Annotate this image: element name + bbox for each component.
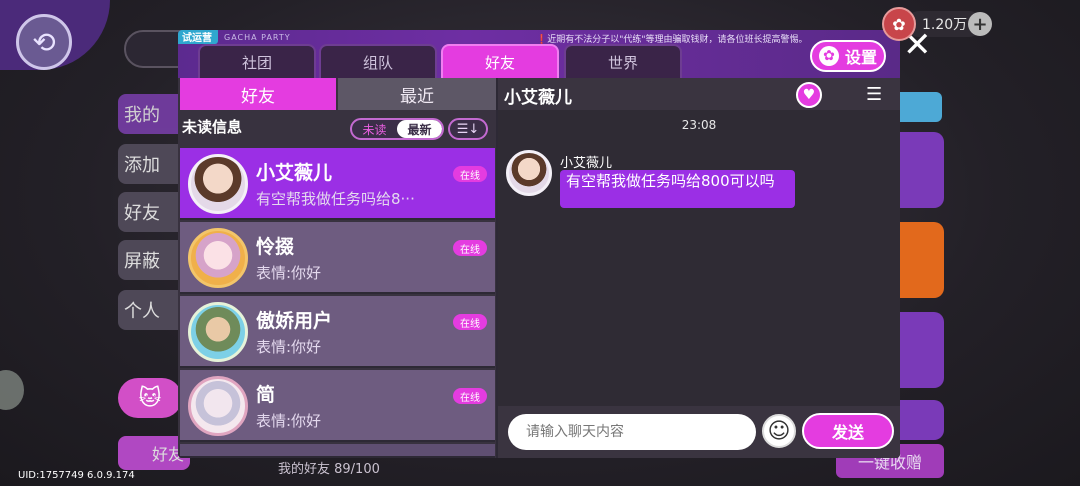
friend-name: 傲娇用户: [256, 310, 333, 332]
chat-header: 小艾薇儿 ♥ ☰: [498, 78, 900, 110]
avatar: [188, 228, 248, 288]
sort-list-icon[interactable]: ☰↓: [448, 118, 488, 140]
tab-world[interactable]: 世界: [564, 44, 682, 78]
settings-label: 设置: [844, 48, 877, 67]
chat-column: 小艾薇儿 ♥ ☰ 23:08 小艾薇儿 有空帮我做任务吗给800可以吗 ☺ 发送: [498, 78, 900, 458]
chat-timestamp: 23:08: [681, 118, 717, 132]
friend-item[interactable]: [180, 444, 495, 458]
message-sender: 小艾薇儿: [560, 156, 613, 171]
toggle-unread[interactable]: 未读: [352, 121, 397, 138]
tab-team[interactable]: 组队: [319, 44, 437, 78]
chat-partner-name: 小艾薇儿: [504, 88, 572, 108]
subtab-friends[interactable]: 好友: [180, 78, 336, 110]
heart-icon[interactable]: ♥: [796, 82, 822, 108]
subtab-recent[interactable]: 最近: [338, 78, 496, 110]
brand-text: GACHA PARTY: [224, 33, 291, 42]
online-badge: 在线: [453, 240, 487, 256]
friend-name: 简: [256, 384, 276, 406]
toggle-newest[interactable]: 最新: [397, 120, 442, 138]
add-currency-button[interactable]: +: [968, 12, 992, 36]
avatar: [188, 376, 248, 436]
friend-item[interactable]: 傲娇用户 表情:你好 在线: [180, 296, 495, 368]
friend-item[interactable]: 简 表情:你好 在线: [180, 370, 495, 442]
settings-button[interactable]: ✿ 设置: [810, 40, 886, 72]
cat-icon: 🐱: [118, 378, 182, 418]
friend-list-column: 好友 最近 未读信息 未读 最新 ☰↓ 小艾薇儿 有空帮我做任务吗给8··· 在…: [178, 78, 496, 458]
back-arrow-icon[interactable]: ⟲: [16, 14, 72, 70]
tab-friends[interactable]: 好友: [441, 44, 559, 78]
tab-club[interactable]: 社团: [198, 44, 316, 78]
online-badge: 在线: [453, 166, 487, 182]
friend-name: 怜掇: [256, 236, 295, 258]
sort-toggle[interactable]: 未读 最新: [350, 118, 444, 140]
friend-item[interactable]: 小艾薇儿 有空帮我做任务吗给8··· 在线: [180, 148, 495, 220]
coin-icon: ✿: [882, 7, 916, 41]
avatar[interactable]: [506, 150, 552, 196]
friend-item[interactable]: 怜掇 表情:你好 在线: [180, 222, 495, 294]
message-bubble: 有空帮我做任务吗给800可以吗: [560, 170, 795, 208]
avatar: [188, 302, 248, 362]
chat-panel: GACHA PARTY ❗近期有不法分子以"代练"等理由骗取钱财，请各位班长提高…: [178, 30, 900, 458]
trial-badge: 试运营: [178, 30, 218, 44]
friend-last-message: 表情:你好: [256, 338, 322, 356]
currency-display: ✿ 1.20万 +: [882, 7, 1000, 41]
friend-last-message: 有空帮我做任务吗给8···: [256, 190, 415, 208]
bg-circle: [0, 370, 24, 410]
menu-list-icon[interactable]: ☰: [866, 84, 882, 105]
avatar: [188, 154, 248, 214]
friend-name: 小艾薇儿: [256, 162, 333, 184]
unread-title: 未读信息: [182, 118, 243, 136]
chat-input[interactable]: [508, 414, 756, 450]
send-button[interactable]: 发送: [802, 413, 894, 449]
friend-count: 我的好友 89/100: [278, 462, 380, 477]
chat-input-bar: ☺ 发送: [498, 406, 900, 458]
friend-last-message: 表情:你好: [256, 264, 322, 282]
emoji-icon[interactable]: ☺: [762, 414, 796, 448]
uid-label: UID:1757749 6.0.9.174: [18, 470, 135, 481]
online-badge: 在线: [453, 314, 487, 330]
gear-icon: ✿: [818, 46, 839, 66]
online-badge: 在线: [453, 388, 487, 404]
panel-topbar: GACHA PARTY ❗近期有不法分子以"代练"等理由骗取钱财，请各位班长提高…: [178, 30, 900, 78]
friend-last-message: 表情:你好: [256, 412, 322, 430]
